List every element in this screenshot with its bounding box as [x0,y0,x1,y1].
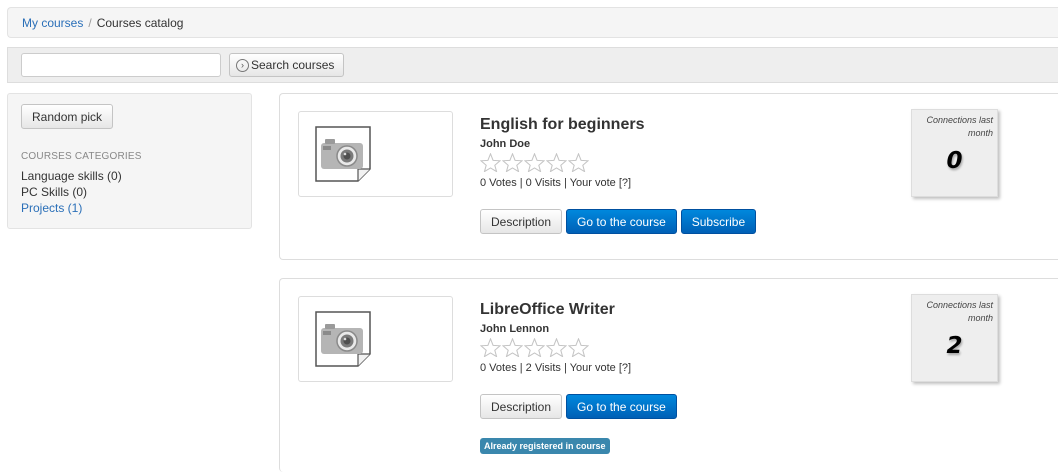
category-item: Projects (1) [21,200,238,216]
connections-label: Connections last month [926,115,993,138]
connections-value: 0 [946,148,963,174]
connections-box: Connections last month 0 [911,109,998,197]
category-pc-skills: PC Skills (0) [21,185,88,199]
registered-badge: Already registered in course [480,438,610,454]
course-title[interactable]: LibreOffice Writer [480,301,615,319]
rating-stars[interactable] [480,153,590,172]
breadcrumb-separator: / [88,15,92,30]
star-icon[interactable] [524,338,545,357]
category-item: Language skills (0) [21,168,238,184]
description-button[interactable]: Description [480,394,563,419]
course-thumbnail[interactable] [298,111,453,197]
rating-stars[interactable] [480,338,590,357]
subscribe-button[interactable]: Subscribe [680,209,757,234]
star-icon[interactable] [502,338,523,357]
course-card: English for beginners John Doe 0 Votes |… [279,93,1058,260]
course-title[interactable]: English for beginners [480,116,644,134]
course-stats: 0 Votes | 0 Visits | Your vote [?] [480,177,632,189]
connections-label: Connections last month [926,300,993,323]
star-icon[interactable] [568,153,589,172]
search-courses-button[interactable]: › Search courses [229,53,345,77]
categories-list: Language skills (0) PC Skills (0) Projec… [21,168,238,216]
go-to-course-button[interactable]: Go to the course [566,209,677,234]
course-teacher: John Lennon [480,323,550,335]
search-courses-label: Search courses [251,58,335,72]
course-thumbnail[interactable] [298,296,453,382]
camera-placeholder-icon [315,126,371,182]
breadcrumb-my-courses-link[interactable]: My courses [22,16,83,30]
star-icon[interactable] [480,153,501,172]
description-button[interactable]: Description [480,209,563,234]
course-card: LibreOffice Writer John Lennon 0 Votes |… [279,278,1058,472]
random-pick-button[interactable]: Random pick [21,104,114,129]
star-icon[interactable] [568,338,589,357]
course-stats: 0 Votes | 2 Visits | Your vote [?] [480,362,632,374]
star-icon[interactable] [524,153,545,172]
search-bar: › Search courses [7,47,1058,83]
breadcrumb: My courses / Courses catalog [7,7,1058,38]
star-icon[interactable] [480,338,501,357]
camera-placeholder-icon [315,311,371,367]
star-icon[interactable] [546,338,567,357]
breadcrumb-current: Courses catalog [96,15,184,30]
category-item: PC Skills (0) [21,184,238,200]
sidebar: Random pick COURSES CATEGORIES Language … [7,93,252,229]
categories-title: COURSES CATEGORIES [21,151,142,162]
search-input[interactable] [21,53,221,77]
course-actions: Description Go to the course Subscribe [480,209,757,234]
chevron-right-circle-icon: › [236,58,249,72]
course-teacher: John Doe [480,138,531,150]
star-icon[interactable] [502,153,523,172]
course-actions: Description Go to the course [480,394,677,419]
go-to-course-button[interactable]: Go to the course [566,394,677,419]
connections-box: Connections last month 2 [911,294,998,382]
connections-value: 2 [946,333,963,359]
category-projects-link[interactable]: Projects (1) [21,201,82,215]
star-icon[interactable] [546,153,567,172]
category-language-skills: Language skills (0) [21,169,122,183]
